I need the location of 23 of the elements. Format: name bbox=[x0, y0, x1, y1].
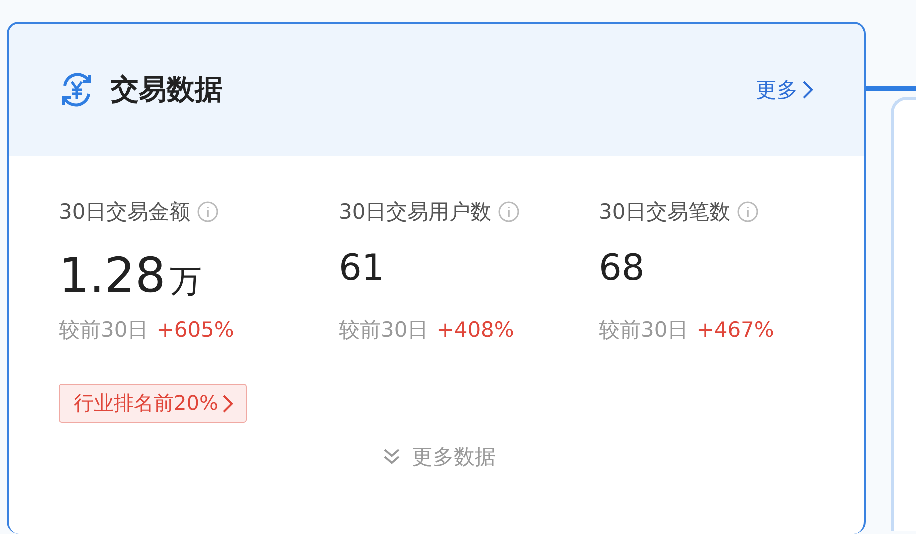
metric-value: 61 bbox=[339, 248, 385, 289]
change-percent: +605% bbox=[156, 318, 234, 342]
info-icon[interactable] bbox=[736, 201, 759, 223]
metric-label: 30日交易用户数 bbox=[339, 199, 492, 226]
compare-label: 较前30日 bbox=[339, 317, 429, 344]
info-icon[interactable] bbox=[196, 201, 219, 223]
compare-label: 较前30日 bbox=[599, 317, 689, 344]
metric-unit: 万 bbox=[170, 261, 202, 302]
card-title: 交易数据 bbox=[111, 72, 224, 108]
more-link[interactable]: 更多 bbox=[756, 76, 814, 104]
metric-label: 30日交易笔数 bbox=[599, 199, 731, 226]
double-chevron-down-icon bbox=[382, 448, 402, 466]
metric-label: 30日交易金额 bbox=[59, 199, 191, 226]
change-percent: +408% bbox=[436, 318, 514, 342]
rank-badge[interactable]: 行业排名前20% bbox=[59, 384, 248, 423]
more-data-link[interactable]: 更多数据 bbox=[59, 443, 819, 471]
chevron-right-icon bbox=[802, 80, 814, 100]
info-icon[interactable] bbox=[498, 201, 520, 223]
change-percent: +467% bbox=[696, 318, 774, 342]
metric-value: 1.28 bbox=[59, 248, 166, 304]
chevron-right-icon bbox=[222, 394, 234, 414]
metric-value: 68 bbox=[599, 248, 645, 289]
compare-label: 较前30日 bbox=[59, 317, 149, 344]
